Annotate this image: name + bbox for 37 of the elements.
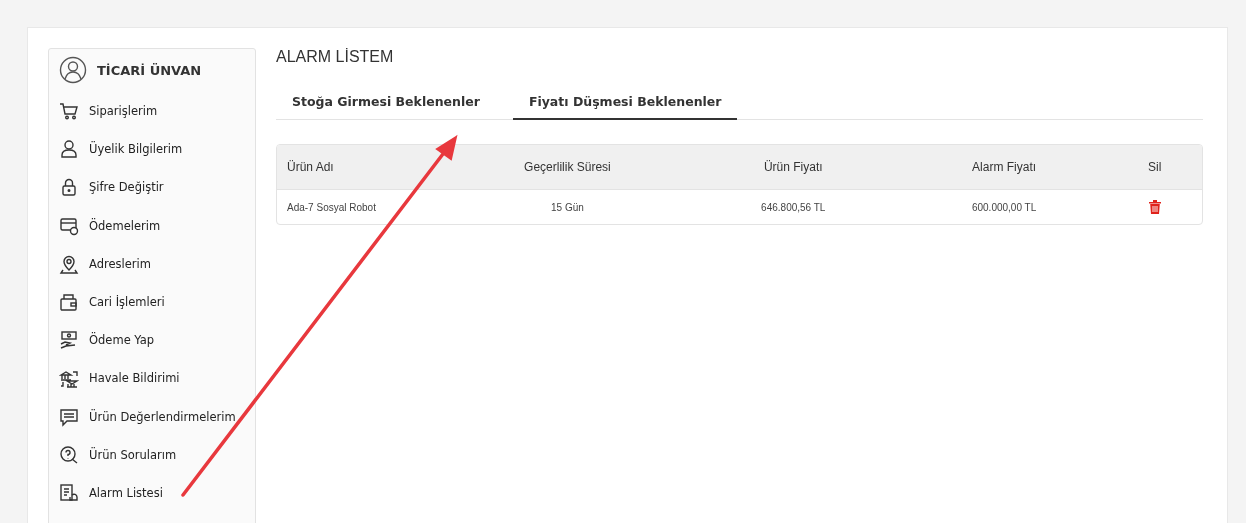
page-title: ALARM LİSTEM	[276, 48, 395, 66]
menu-item-icon	[59, 292, 79, 313]
menu-item-icon	[59, 368, 79, 389]
column-header: Geçerlilik Süresi	[523, 160, 612, 174]
menu-item-icon	[59, 406, 79, 427]
menu-item-icon	[59, 444, 79, 465]
column-header: Sil	[1147, 160, 1163, 174]
sidebar-item[interactable]: Havale Bildirimi	[59, 359, 255, 398]
sidebar-item[interactable]: Ödemelerim	[59, 206, 255, 245]
sidebar-item[interactable]: Üyelik Bilgilerim	[59, 130, 255, 169]
sidebar-item[interactable]: Ödeme Yap	[59, 321, 255, 360]
menu-item-icon	[59, 253, 79, 274]
column-header: Ürün Fiyatı	[762, 160, 824, 174]
table-cell-text: 646.800,56 TL	[760, 201, 827, 213]
sidebar-item[interactable]: Siparişlerim	[59, 92, 255, 131]
menu-item-icon	[59, 177, 79, 198]
delete-icon[interactable]	[1148, 200, 1161, 214]
user-avatar-icon	[59, 56, 87, 84]
sidebar-item[interactable]: Adreslerim	[59, 244, 255, 283]
sidebar-item[interactable]: Ürün Değerlendirmelerim	[59, 397, 255, 436]
menu-item-icon	[59, 482, 79, 503]
table-cell-text: 15 Gün	[550, 201, 585, 213]
tab[interactable]: Stoğa Girmesi Beklenenler	[276, 86, 496, 120]
column-header: Alarm Fiyatı	[971, 160, 1038, 174]
column-header: Ürün Adı	[286, 160, 335, 174]
tab[interactable]: Fiyatı Düşmesi Beklenenler	[512, 86, 738, 120]
sidebar-title: TİCARİ ÜNVAN	[97, 62, 202, 78]
table-cell-text: 600.000,00 TL	[970, 201, 1038, 213]
sidebar-item[interactable]: Alarm Listesi	[59, 473, 255, 513]
menu-item-icon	[59, 139, 79, 160]
menu-item-icon	[59, 215, 79, 236]
sidebar-item[interactable]: Şifre Değiştir	[59, 168, 255, 207]
table-cell-text: Ada-7 Sosyal Robot	[286, 201, 377, 213]
sidebar-item[interactable]: Cari İşlemleri	[59, 282, 255, 322]
sidebar-item[interactable]: Ürün Sorularım	[59, 435, 255, 474]
menu-item-icon	[59, 330, 79, 351]
menu-item-icon	[59, 101, 79, 122]
